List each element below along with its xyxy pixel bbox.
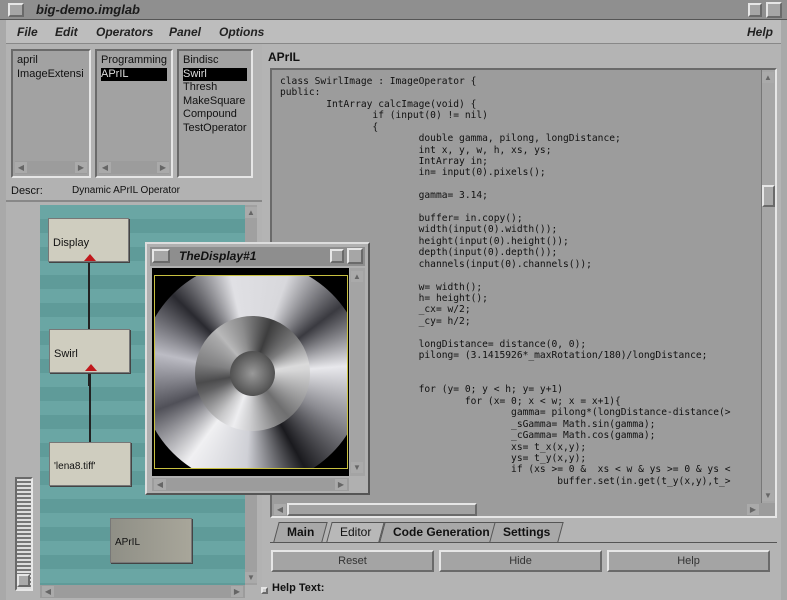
code-line: gamma= 3.14; — [280, 190, 488, 202]
horizontal-scrollbar[interactable]: ◀ ▶ — [15, 161, 87, 174]
menu-edit[interactable]: Edit — [55, 25, 78, 39]
list-item[interactable]: april — [17, 54, 85, 68]
divider — [6, 200, 262, 202]
descr-value: Dynamic APrIL Operator — [72, 185, 181, 196]
menu-bar: File Edit Operators Panel Options Help — [6, 20, 781, 44]
minimize-button[interactable] — [748, 3, 762, 17]
window-menu-button[interactable] — [152, 249, 170, 263]
menu-panel[interactable]: Panel — [169, 25, 201, 39]
scroll-thumb[interactable] — [287, 503, 477, 516]
node-label: Display — [53, 237, 90, 249]
list-item-selected[interactable]: Swirl — [183, 67, 247, 81]
connection-wire — [89, 371, 91, 447]
hide-button[interactable]: Hide — [439, 550, 602, 572]
display-title: TheDisplay#1 — [179, 249, 257, 263]
maximize-button[interactable] — [347, 248, 363, 264]
list-item[interactable]: ImageExtensi — [17, 68, 85, 82]
image-viewport — [152, 268, 349, 476]
list-item-selected[interactable]: APrIL — [101, 67, 167, 81]
scroll-right-icon[interactable]: ▶ — [231, 586, 243, 597]
editor-title: APrIL — [268, 50, 301, 64]
list-item[interactable]: Bindisc — [183, 54, 247, 68]
category-list[interactable]: april ImageExtensi ◀ ▶ — [11, 49, 91, 178]
window-title: big-demo.imglab — [36, 2, 140, 17]
node-display[interactable]: Display — [48, 218, 129, 262]
code-line: public: — [280, 87, 321, 99]
tab-main[interactable]: Main — [273, 522, 329, 542]
menu-options[interactable]: Options — [219, 25, 264, 39]
zoom-reset-button[interactable] — [17, 574, 30, 587]
list-item[interactable]: TestOperator — [183, 122, 247, 136]
scroll-right-icon[interactable]: ▶ — [157, 162, 169, 173]
node-label: Swirl — [54, 348, 78, 360]
node-swirl[interactable]: Swirl — [49, 329, 130, 373]
code-line: width(input(0).width()); — [280, 224, 558, 236]
descr-label: Descr: — [11, 185, 43, 197]
window-menu-button[interactable] — [8, 3, 24, 17]
scroll-left-icon[interactable]: ◀ — [154, 479, 166, 490]
code-horizontal-scrollbar[interactable]: ◀ ▶ — [272, 503, 761, 516]
scroll-down-icon[interactable]: ▼ — [762, 490, 774, 501]
code-line: IntArray calcImage(void) { — [280, 98, 477, 110]
list-item[interactable]: Programming — [101, 54, 167, 68]
tab-settings[interactable]: Settings — [489, 522, 565, 542]
minimize-button[interactable] — [330, 249, 344, 263]
operator-list[interactable]: Bindisc Swirl Thresh MakeSquare Compound… — [177, 49, 253, 178]
scroll-right-icon[interactable]: ▶ — [747, 504, 759, 515]
code-line: in= input(0).pixels(); — [280, 167, 546, 179]
help-text-label: Help Text: — [272, 582, 325, 594]
code-line: if (input(0) != nil) — [280, 110, 488, 122]
menu-help[interactable]: Help — [747, 25, 773, 39]
help-text-toggle[interactable] — [261, 587, 268, 594]
menu-operators[interactable]: Operators — [96, 25, 153, 39]
node-label: 'lena8.tiff' — [54, 461, 96, 472]
scroll-left-icon[interactable]: ◀ — [274, 504, 286, 515]
scroll-down-icon[interactable]: ▼ — [351, 462, 363, 473]
canvas-horizontal-scrollbar[interactable]: ◀ ▶ — [40, 585, 245, 598]
maximize-button[interactable] — [766, 2, 782, 18]
display-horizontal-scrollbar[interactable]: ◀ ▶ — [152, 478, 349, 491]
code-line: IntArray in; — [280, 155, 488, 167]
node-april[interactable]: APrIL — [110, 518, 192, 563]
scroll-right-icon[interactable]: ▶ — [75, 162, 87, 173]
scroll-up-icon[interactable]: ▲ — [762, 72, 774, 83]
code-vertical-scrollbar[interactable]: ▲ ▼ — [761, 70, 775, 503]
input-port-icon[interactable] — [84, 254, 96, 261]
scroll-left-icon[interactable]: ◀ — [42, 586, 54, 597]
title-bar: big-demo.imglab — [0, 0, 787, 20]
tab-editor[interactable]: Editor — [326, 522, 386, 542]
node-label: APrIL — [115, 537, 141, 548]
group-list[interactable]: Programming APrIL ◀ ▶ — [95, 49, 173, 178]
menu-file[interactable]: File — [17, 25, 38, 39]
reset-button[interactable]: Reset — [271, 550, 434, 572]
tab-divider — [270, 542, 777, 543]
help-button[interactable]: Help — [607, 550, 770, 572]
display-title-bar[interactable]: TheDisplay#1 — [150, 247, 365, 266]
scroll-left-icon[interactable]: ◀ — [99, 162, 111, 173]
code-line: double gamma, pilong, longDistance; — [280, 133, 621, 145]
tab-code-generation[interactable]: Code Generation — [379, 522, 504, 542]
display-window[interactable]: TheDisplay#1 ▲ ▼ ◀ ▶ — [145, 242, 370, 495]
list-item[interactable]: Compound — [183, 108, 247, 122]
code-line: int x, y, w, h, xs, ys; — [280, 144, 552, 156]
input-port-icon[interactable] — [85, 364, 97, 371]
horizontal-scrollbar[interactable]: ◀ ▶ — [99, 161, 169, 174]
scroll-up-icon[interactable]: ▲ — [351, 271, 363, 282]
code-line: { — [280, 121, 379, 133]
code-line: class SwirlImage : ImageOperator { — [280, 76, 477, 87]
scroll-thumb[interactable] — [762, 185, 775, 207]
display-vertical-scrollbar[interactable]: ▲ ▼ — [350, 268, 365, 476]
node-lena-file[interactable]: 'lena8.tiff' — [49, 442, 131, 486]
list-item[interactable]: Thresh — [183, 81, 247, 95]
scroll-left-icon[interactable]: ◀ — [15, 162, 27, 173]
scroll-up-icon[interactable]: ▲ — [245, 207, 257, 218]
list-item[interactable]: MakeSquare — [183, 95, 247, 109]
code-line: buffer= in.copy(); — [280, 213, 523, 225]
scroll-right-icon[interactable]: ▶ — [335, 479, 347, 490]
scroll-down-icon[interactable]: ▼ — [245, 572, 257, 583]
swirl-image — [154, 275, 348, 469]
